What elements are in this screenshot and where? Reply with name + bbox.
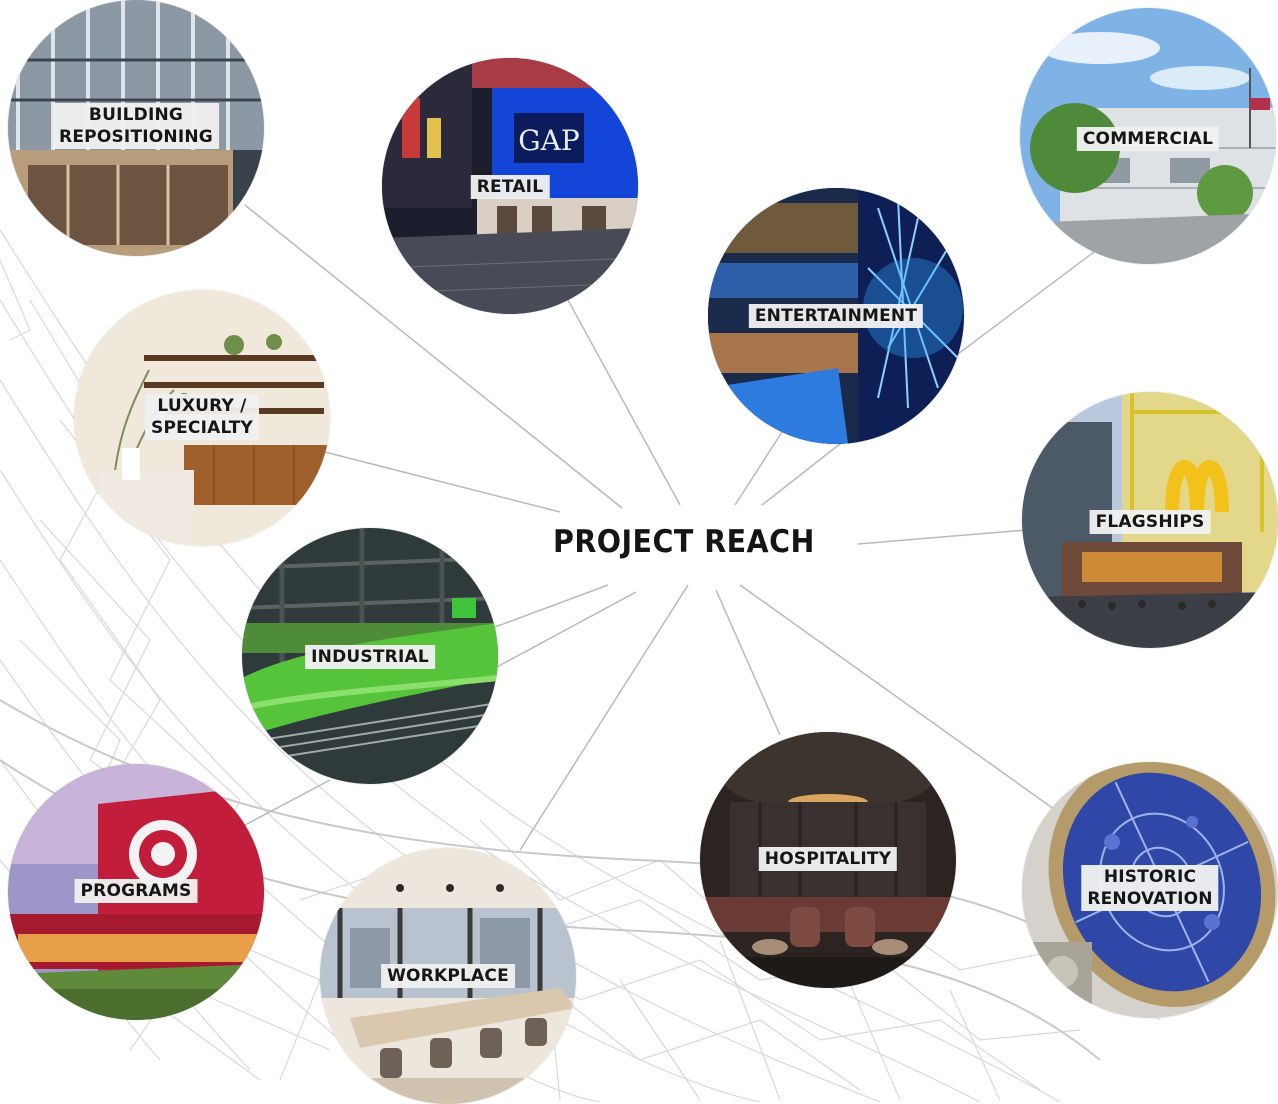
connector-commercial xyxy=(949,251,1095,361)
node-label: HOSPITALITY xyxy=(758,847,898,871)
node-building-repositioning[interactable]: BUILDING REPOSITIONING xyxy=(8,0,264,256)
node-flagships[interactable]: FLAGSHIPS xyxy=(1022,392,1278,648)
connector-entertainment-b xyxy=(761,439,846,506)
connector-industrial-a xyxy=(494,584,609,628)
node-historic-renovation[interactable]: HISTORIC RENOVATION xyxy=(1022,762,1278,1018)
node-label: LUXURY / SPECIALTY xyxy=(145,394,259,440)
node-label: PROGRAMS xyxy=(74,879,198,903)
connector-hospitality xyxy=(715,589,781,736)
node-commercial[interactable]: COMMERCIAL xyxy=(1020,8,1276,264)
connector-retail xyxy=(567,299,681,506)
node-label: RETAIL xyxy=(470,175,550,199)
connector-workplace xyxy=(519,584,689,851)
node-retail[interactable]: GAP RETAIL xyxy=(382,58,638,314)
node-label: INDUSTRIAL xyxy=(305,645,435,669)
node-label: COMMERCIAL xyxy=(1076,127,1220,151)
node-industrial[interactable]: INDUSTRIAL xyxy=(242,528,498,784)
node-label: ENTERTAINMENT xyxy=(748,304,924,328)
node-entertainment[interactable]: ENTERTAINMENT xyxy=(708,188,964,444)
node-label: BUILDING REPOSITIONING xyxy=(53,103,219,149)
connector-flagships xyxy=(857,529,1027,545)
connector-luxury xyxy=(324,451,561,513)
node-programs[interactable]: PROGRAMS xyxy=(8,764,264,1020)
node-hospitality[interactable]: HOSPITALITY xyxy=(700,732,956,988)
project-reach-diagram: BUILDING REPOSITIONING GAP RETAIL ENTERT… xyxy=(0,0,1278,1104)
node-workplace[interactable]: WORKPLACE xyxy=(320,848,576,1104)
node-luxury-specialty[interactable]: LUXURY / SPECIALTY xyxy=(74,290,330,546)
svg-text:GAP: GAP xyxy=(518,124,579,157)
node-label: FLAGSHIPS xyxy=(1089,510,1211,534)
center-title: PROJECT REACH xyxy=(553,524,815,560)
node-label: WORKPLACE xyxy=(381,964,515,988)
connector-industrial-b xyxy=(494,591,637,669)
node-label: HISTORIC RENOVATION xyxy=(1081,865,1219,911)
